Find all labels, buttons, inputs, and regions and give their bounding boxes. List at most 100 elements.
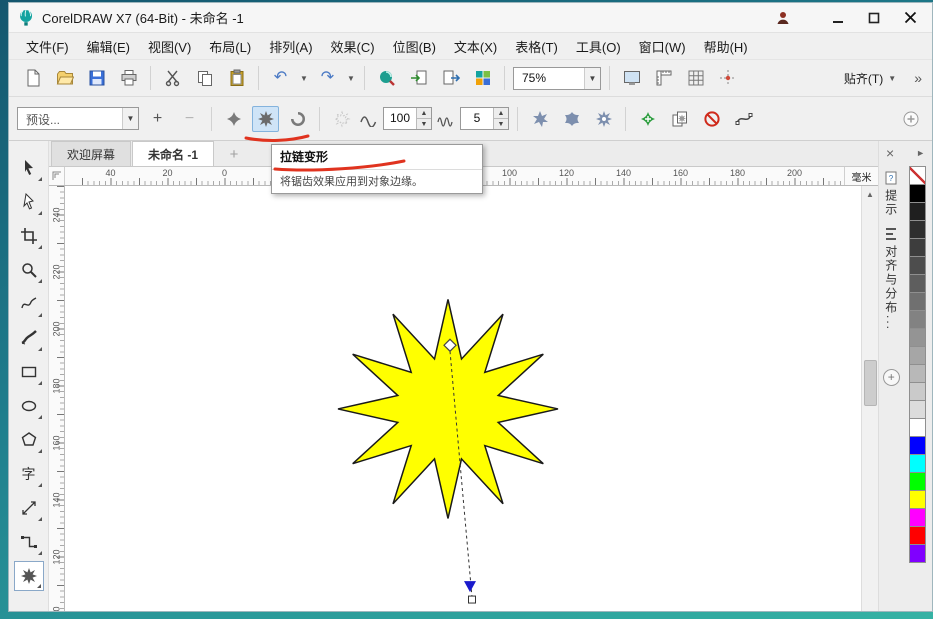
menu-item[interactable]: 帮助(H) [695,33,757,60]
color-swatch[interactable] [909,328,926,347]
zoom-dropdown-arrow[interactable]: ▼ [584,68,600,89]
copy-distortion-button[interactable] [666,106,693,132]
star-shape[interactable] [338,299,558,518]
show-grid-button[interactable] [682,65,709,91]
preset-combobox[interactable]: 预设... ▼ [17,107,139,130]
color-swatch[interactable] [909,310,926,329]
dynamic-guides-button[interactable] [714,65,741,91]
push-pull-distortion-button[interactable] [220,106,247,132]
color-swatch[interactable] [909,220,926,239]
color-swatch[interactable] [909,238,926,257]
add-preset-button[interactable]: + [144,106,171,132]
menu-item[interactable]: 视图(V) [139,33,200,60]
paste-button[interactable] [223,65,250,91]
snap-to-dropdown[interactable]: 贴齐(T) ▼ [838,66,903,91]
maximize-button[interactable] [856,6,892,30]
zipper-frequency-value[interactable]: 5 [461,108,493,129]
add-new-distortion-button[interactable] [328,106,355,132]
preset-dropdown-arrow[interactable]: ▼ [122,108,138,129]
remove-preset-button[interactable]: − [176,106,203,132]
fullscreen-preview-button[interactable] [618,65,645,91]
color-swatch[interactable] [909,274,926,293]
scrollbar-thumb[interactable] [864,360,877,406]
color-swatch[interactable] [909,526,926,545]
print-button[interactable] [115,65,142,91]
drawing-page[interactable] [65,186,861,611]
minimize-button[interactable] [820,6,856,30]
zipper-amplitude-value[interactable]: 100 [384,108,416,129]
open-document-button[interactable] [51,65,78,91]
save-button[interactable] [83,65,110,91]
docker-close-button[interactable]: × [886,145,894,161]
vertical-scrollbar[interactable]: ▲ [861,186,878,611]
color-swatch[interactable] [909,256,926,275]
twister-distortion-button[interactable] [284,106,311,132]
color-swatch[interactable] [909,346,926,365]
tab-welcome-screen[interactable]: 欢迎屏幕 [51,141,131,166]
shape-tool[interactable] [14,187,44,217]
menu-item[interactable]: 布局(L) [200,33,260,60]
dimension-tool[interactable] [14,493,44,523]
cut-button[interactable] [159,65,186,91]
docker-tab-align-distribute[interactable]: 对齐与分布... [883,227,900,331]
color-swatch[interactable] [909,544,926,563]
redo-dropdown[interactable]: ▼ [346,74,356,83]
artistic-media-tool[interactable] [14,323,44,353]
show-rulers-button[interactable] [650,65,677,91]
docker-tab-hints[interactable]: ? 提示 [883,171,900,217]
menu-item[interactable]: 排列(A) [260,33,321,60]
new-tab-button[interactable]: + [221,144,247,164]
export-button[interactable] [437,65,464,91]
zipper-distortion-button[interactable] [252,106,279,132]
scroll-up-arrow[interactable]: ▲ [866,186,874,202]
frequency-up-arrow[interactable]: ▲ [494,108,508,119]
docker-plus-button[interactable]: + [883,369,900,386]
color-swatch[interactable] [909,382,926,401]
clear-distortion-button[interactable] [698,106,725,132]
menu-item[interactable]: 窗口(W) [630,33,695,60]
zipper-frequency-spinner[interactable]: 5 ▲▼ [460,107,509,130]
color-swatch[interactable] [909,418,926,437]
color-swatch[interactable] [909,508,926,527]
crop-tool[interactable] [14,221,44,251]
color-swatch[interactable] [909,292,926,311]
menu-item[interactable]: 效果(C) [322,33,384,60]
local-distortion-button[interactable] [590,106,617,132]
pick-tool[interactable] [14,153,44,183]
app-launcher-button[interactable] [469,65,496,91]
account-icon[interactable] [770,6,796,30]
color-swatch[interactable] [909,184,926,203]
distortion-arrow-handle[interactable] [464,581,476,592]
docker-expand-button[interactable]: ► [916,148,925,158]
menu-item[interactable]: 工具(O) [567,33,630,60]
distortion-end-handle[interactable] [469,596,476,603]
amplitude-down-arrow[interactable]: ▼ [417,119,431,129]
ruler-origin[interactable] [49,167,65,185]
frequency-down-arrow[interactable]: ▼ [494,119,508,129]
connector-tool[interactable] [14,527,44,557]
search-content-button[interactable] [373,65,400,91]
menu-item[interactable]: 编辑(E) [78,33,139,60]
zoom-level-combobox[interactable]: 75% ▼ [513,67,601,90]
color-swatch[interactable] [909,400,926,419]
distort-tool[interactable] [14,561,44,591]
color-swatch[interactable] [909,202,926,221]
color-swatch[interactable] [909,364,926,383]
close-button[interactable] [892,6,928,30]
quick-customize-button[interactable] [897,106,924,132]
menu-item[interactable]: 文件(F) [17,33,78,60]
amplitude-up-arrow[interactable]: ▲ [417,108,431,119]
ellipse-tool[interactable] [14,391,44,421]
toolbar-overflow-button[interactable]: » [914,70,922,86]
zipper-amplitude-spinner[interactable]: 100 ▲▼ [383,107,432,130]
undo-dropdown[interactable]: ▼ [299,74,309,83]
color-swatch[interactable] [909,472,926,491]
convert-to-curves-button[interactable] [730,106,757,132]
freehand-tool[interactable] [14,289,44,319]
vertical-ruler[interactable]: 240220200180160140120100 [49,186,65,611]
menu-item[interactable]: 位图(B) [384,33,445,60]
tab-document[interactable]: 未命名 -1 [132,141,214,166]
random-distortion-button[interactable] [526,106,553,132]
zoom-tool[interactable] [14,255,44,285]
new-document-button[interactable] [19,65,46,91]
